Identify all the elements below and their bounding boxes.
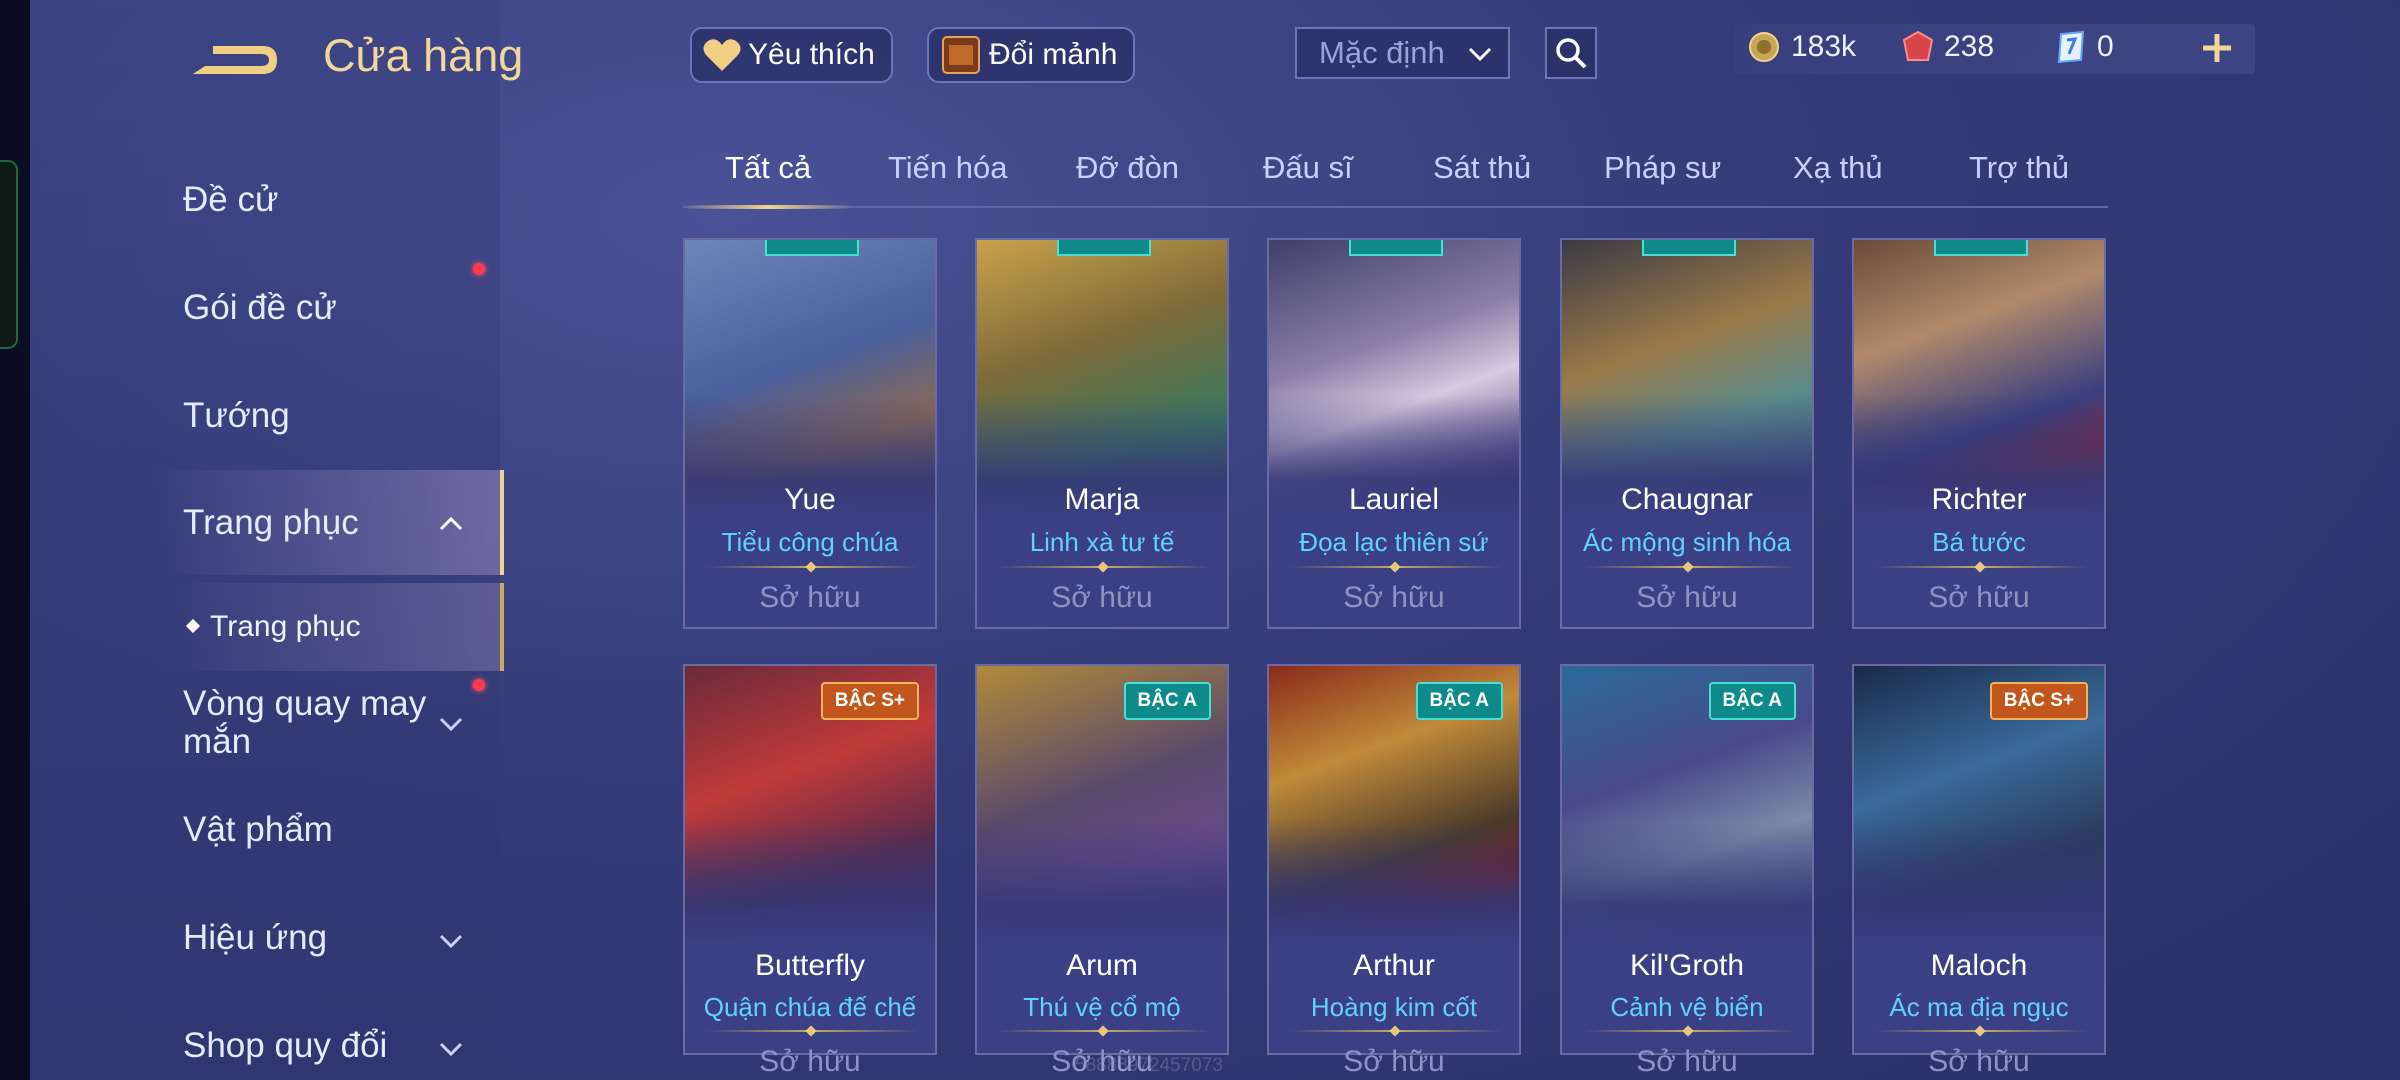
tab-evolution[interactable]: Tiến hóa (888, 150, 1008, 186)
sidebar-item-lucky-spin[interactable]: Vòng quay may mắn (183, 685, 483, 761)
chevron-down-icon (1468, 47, 1492, 62)
gold-coin-icon (1749, 32, 1779, 62)
tier-badge: BẬC S+ (1989, 682, 2088, 720)
skin-name: Hoàng kim cốt (1310, 992, 1478, 1022)
hero-name: Kil'Groth (1629, 949, 1745, 982)
sort-value: Mặc định (1319, 35, 1445, 70)
skin-card[interactable]: Richter Bá tước Sở hữu (1852, 238, 2106, 629)
sidebar-item-label: Gói đề cử (183, 288, 337, 327)
chevron-down-icon (439, 1042, 463, 1057)
active-tab-indicator (683, 205, 853, 209)
sidebar-item-effects[interactable]: Hiệu ứng (183, 918, 483, 958)
ownership-status: Sở hữu (1636, 1045, 1738, 1078)
skin-card[interactable]: Yue Tiểu công chúa Sở hữu (683, 238, 937, 629)
tier-badge: BẬC A (1415, 682, 1503, 720)
hero-name: Butterfly (754, 949, 866, 982)
skin-card[interactable]: BẬC A Kil'Groth Cảnh vệ biển (1560, 664, 1814, 1055)
skin-card[interactable]: Chaugnar Ác mộng sinh hóa Sở hữu (1560, 238, 1814, 629)
skin-name: Quận chúa đế chế (703, 992, 917, 1022)
tier-badge: BẬC A (1123, 682, 1211, 720)
skin-name: Đọa lạc thiên sứ (1299, 527, 1489, 557)
hero-name: Maloch (1930, 949, 2028, 982)
account-id-watermark: 58888972457073 (1075, 1055, 1223, 1076)
hero-name: Lauriel (1348, 483, 1440, 516)
skin-name: Bá tước (1932, 527, 2026, 557)
tier-badge: BẬC S+ (820, 682, 919, 720)
skin-card[interactable]: BẬC S+ Maloch Ác ma địa ngục (1852, 664, 2106, 1055)
ticket-icon (2057, 30, 2085, 64)
skin-card[interactable]: Lauriel Đọa lạc thiên sứ Sở hữu (1267, 238, 1521, 629)
skin-name: Cảnh vệ biển (1610, 992, 1764, 1022)
sidebar-subitem-skins[interactable]: Trang phục (210, 610, 361, 644)
hero-name: Marja (1064, 483, 1140, 516)
tab-fighter[interactable]: Đấu sĩ (1263, 150, 1353, 186)
sidebar-item-heroes[interactable]: Tướng (183, 396, 483, 436)
heart-icon (703, 39, 741, 71)
sidebar-item-recommended[interactable]: Đề cử (183, 180, 483, 220)
sidebar-item-items[interactable]: Vật phẩm (183, 810, 483, 850)
search-button[interactable] (1545, 27, 1597, 79)
hero-name: Yue (784, 483, 836, 516)
skin-name: Linh xà tư tế (1029, 527, 1175, 557)
skin-card[interactable]: BẬC S+ Butterfly Quận chúa đế chế (683, 664, 937, 1055)
category-tabs: Tất cả Tiến hóa Đỡ đòn Đấu sĩ Sát thủ Ph… (683, 140, 2108, 209)
sidebar-item-label: Vật phẩm (183, 810, 333, 849)
tab-mage[interactable]: Pháp sư (1604, 150, 1721, 186)
exchange-shards-button[interactable]: Đổi mảnh (927, 27, 1136, 83)
voucher-counter: 238 (1902, 30, 1994, 64)
ownership-status: Sở hữu (759, 1045, 861, 1078)
sidebar-item-label: Tướng (183, 396, 290, 435)
skin-name: Tiểu công chúa (721, 527, 899, 557)
sort-dropdown[interactable]: Mặc định (1295, 27, 1510, 79)
ownership-status: Sở hữu (1343, 1045, 1445, 1078)
ownership-status: Sở hữu (1343, 581, 1445, 614)
tab-assassin[interactable]: Sát thủ (1433, 150, 1531, 186)
red-voucher-icon (1902, 30, 1934, 61)
skin-card[interactable]: Marja Linh xà tư tế Sở hữu (975, 238, 1229, 629)
sidebar-item-exchange-shop[interactable]: Shop quy đổi (183, 1026, 483, 1066)
ownership-status: Sở hữu (1051, 581, 1153, 614)
ownership-status: Sở hữu (1928, 1045, 2030, 1078)
tier-badge: BẬC A (1708, 682, 1796, 720)
tab-marksman[interactable]: Xạ thủ (1793, 150, 1883, 186)
chevron-up-icon (439, 516, 463, 531)
ownership-status: Sở hữu (1928, 581, 2030, 614)
chevron-down-icon (439, 934, 463, 949)
hero-name: Richter (1931, 483, 2027, 516)
skin-card[interactable]: BẬC A Arthur Hoàng kim cốt (1267, 664, 1521, 1055)
plus-icon[interactable] (2197, 28, 2237, 68)
tab-tank[interactable]: Đỡ đòn (1076, 150, 1179, 186)
favorites-button[interactable]: Yêu thích (690, 27, 893, 83)
chevron-down-icon (439, 717, 463, 732)
sidebar-item-skins[interactable]: Trang phục (183, 503, 483, 543)
skin-name: Ác mộng sinh hóa (1582, 527, 1792, 557)
gold-amount: 183k (1791, 30, 1857, 63)
hero-name: Arum (1066, 949, 1138, 982)
tab-support[interactable]: Trợ thủ (1969, 150, 2069, 186)
ownership-status: Sở hữu (1636, 581, 1738, 614)
ownership-status: Sở hữu (759, 581, 861, 614)
search-icon (1556, 38, 1587, 69)
gold-counter: 183k (1747, 30, 1856, 64)
tab-all[interactable]: Tất cả (725, 150, 811, 186)
notification-dot (473, 679, 485, 691)
sidebar-item-bundles[interactable]: Gói đề cử (183, 288, 483, 328)
side-handle[interactable] (0, 160, 18, 349)
skin-name: Thú vệ cổ mộ (1023, 992, 1181, 1022)
skin-name: Ác ma địa ngục (1889, 992, 2069, 1022)
back-button[interactable] (183, 30, 283, 90)
skin-card[interactable]: BẬC A Arum Thú vệ cổ mộ (975, 664, 1229, 1055)
back-arrow-icon (193, 46, 277, 74)
notification-dot (473, 263, 485, 275)
page-title: Cửa hàng (323, 30, 524, 81)
shard-chest-icon (942, 36, 980, 74)
hero-name: Chaugnar (1621, 483, 1753, 516)
exchange-shards-label: Đổi mảnh (989, 38, 1118, 71)
ticket-counter: 0 (2055, 30, 2114, 64)
voucher-amount: 238 (1944, 30, 1995, 63)
sidebar-item-label: Đề cử (183, 180, 279, 219)
favorites-label: Yêu thích (748, 38, 875, 71)
hero-name: Arthur (1353, 949, 1435, 982)
ticket-amount: 0 (2097, 30, 2114, 63)
